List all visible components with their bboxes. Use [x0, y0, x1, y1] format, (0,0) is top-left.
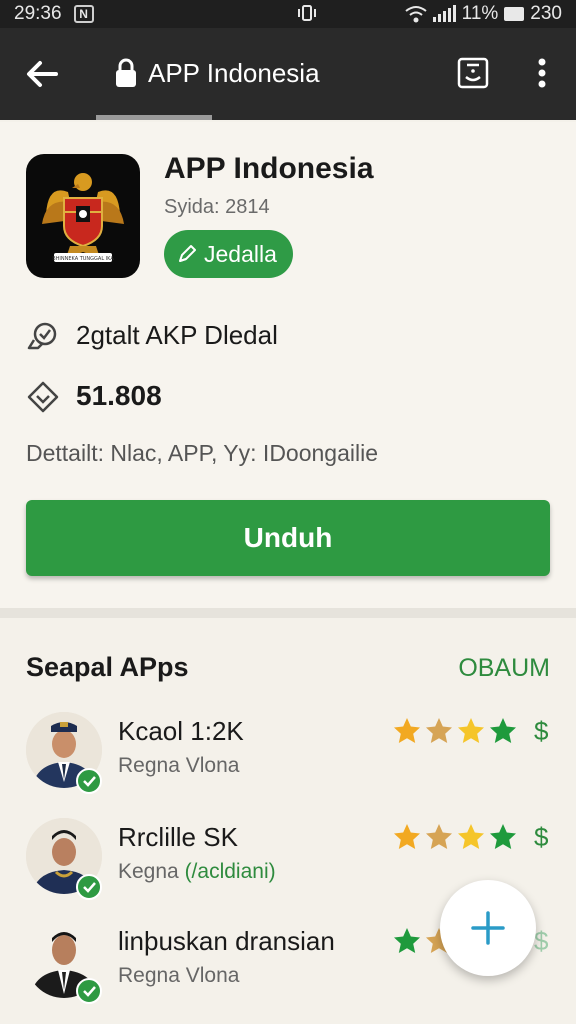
verified-check-icon: [76, 978, 102, 1004]
item-subtitle-tag: (/acldiani): [184, 860, 276, 883]
item-subtitle: Regna Vlona: [118, 754, 240, 777]
download-count: 51.808: [76, 380, 162, 411]
developer-text: 2gtalt AKP Dledal: [76, 320, 278, 350]
item-name: linþuskan dransian: [118, 926, 335, 956]
item-subtitle-prefix: Kegna: [118, 860, 185, 883]
add-fab-button[interactable]: [440, 880, 536, 976]
status-clock-right: 230: [530, 3, 562, 24]
wifi-icon: [405, 6, 427, 23]
item-name: Kcaol 1:2K: [118, 716, 244, 746]
app-name: APP Indonesia: [164, 152, 374, 185]
verified-badge[interactable]: Jedalla: [164, 230, 293, 278]
download-count-icon: [27, 381, 59, 413]
tab-indicator: [96, 115, 212, 120]
item-price: $: [534, 716, 549, 746]
star-rating-icon: [394, 824, 516, 849]
status-time: 29:36: [14, 3, 62, 24]
verified-check-icon: [76, 874, 102, 900]
verified-check-icon: [76, 768, 102, 794]
item-price: $: [534, 926, 549, 956]
item-price: $: [534, 822, 549, 852]
signal-icon: [432, 5, 456, 22]
similar-apps-title: Seapal APps: [26, 652, 189, 682]
list-item[interactable]: Kcaol 1:2K Regna Vlona $: [0, 712, 576, 816]
verified-label: Jedalla: [204, 240, 277, 267]
plus-icon: [471, 911, 505, 945]
battery-percent: 11%: [461, 3, 499, 24]
item-subtitle: Regna Vlona: [118, 964, 240, 987]
see-all-link[interactable]: OBAUM: [458, 654, 550, 683]
app-bar-title: APP Indonesia: [148, 58, 320, 88]
battery-icon: [504, 7, 525, 21]
more-vert-icon[interactable]: [530, 54, 554, 92]
app-bar: APP Indonesia: [0, 28, 576, 120]
lock-icon: [116, 58, 136, 87]
share-icon[interactable]: [456, 56, 490, 90]
app-detail-card: BHINNEKA TUNGGAL IKA APP Indonesia Syida…: [0, 122, 576, 608]
app-details: Dettailt: Nlac, APP, Yy: IDoongailie: [26, 440, 379, 466]
app-logo: BHINNEKA TUNGGAL IKA: [26, 154, 140, 278]
developer-badge-icon: [27, 322, 57, 350]
vibrate-icon: [296, 3, 318, 28]
app-size: Syida: 2814: [164, 196, 270, 218]
download-button[interactable]: Unduh: [26, 500, 550, 576]
back-arrow-icon[interactable]: [22, 54, 62, 94]
status-bar: 29:36 N 11% 230: [0, 0, 576, 28]
item-name: Rrclille SK: [118, 822, 238, 852]
star-rating-icon: [394, 718, 516, 743]
section-divider: [0, 608, 576, 618]
pencil-icon: [179, 245, 196, 262]
logo-motto: BHINNEKA TUNGGAL IKA: [52, 256, 114, 262]
notification-icon: N: [73, 5, 94, 23]
item-subtitle: Kegna (/acldiani): [118, 860, 276, 884]
